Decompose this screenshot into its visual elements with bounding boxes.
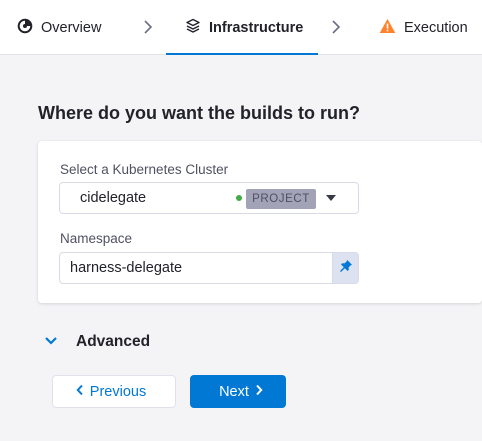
- connection-status-dot: [236, 195, 242, 201]
- infrastructure-icon: [185, 18, 201, 38]
- tab-infrastructure-label: Infrastructure: [209, 19, 304, 36]
- chevron-right-icon: [255, 384, 263, 400]
- warning-icon: [379, 18, 396, 38]
- namespace-input[interactable]: [59, 252, 333, 284]
- cluster-label: Select a Kubernetes Cluster: [60, 162, 229, 177]
- chevron-right-icon: [330, 17, 342, 37]
- scope-badge: PROJECT: [246, 189, 316, 209]
- advanced-label: Advanced: [76, 333, 151, 350]
- tab-overview-label: Overview: [41, 19, 102, 36]
- pin-button[interactable]: [333, 252, 359, 284]
- chevron-down-icon: [44, 333, 58, 351]
- chevron-right-icon: [142, 17, 154, 37]
- cluster-select[interactable]: cidelegate PROJECT: [59, 182, 359, 214]
- tab-execution-label: Execution: [404, 19, 468, 36]
- active-tab-indicator: [166, 53, 318, 55]
- tab-infrastructure[interactable]: Infrastructure: [185, 0, 303, 55]
- cluster-select-value: cidelegate: [80, 190, 147, 206]
- chevron-left-icon: [76, 384, 84, 400]
- caret-down-icon[interactable]: [326, 195, 336, 201]
- next-button[interactable]: Next: [190, 375, 286, 408]
- next-label: Next: [219, 383, 249, 400]
- advanced-toggle[interactable]: Advanced: [44, 331, 150, 353]
- overview-icon: [17, 18, 33, 38]
- tab-execution[interactable]: Execution: [379, 0, 468, 55]
- page-title: Where do you want the builds to run?: [38, 103, 360, 123]
- previous-button[interactable]: Previous: [52, 375, 176, 408]
- wizard-tabs: Overview Infrastructure Execution: [0, 0, 482, 55]
- namespace-label: Namespace: [60, 231, 133, 246]
- previous-label: Previous: [89, 383, 147, 400]
- tab-overview[interactable]: Overview: [17, 0, 101, 55]
- pin-icon: [339, 259, 353, 278]
